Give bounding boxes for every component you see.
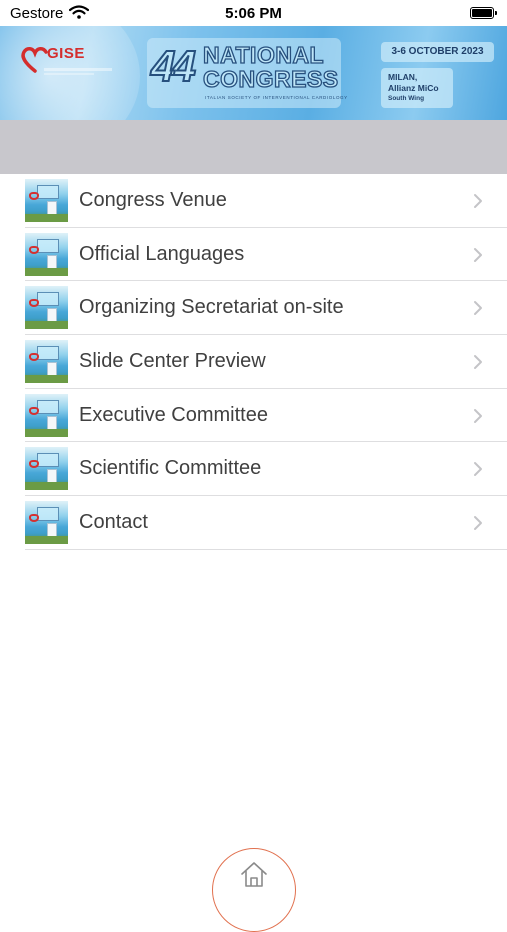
item-thumbnail	[25, 286, 68, 330]
menu-item-label: Scientific Committee	[79, 457, 262, 480]
logo-text: GISE	[47, 45, 85, 62]
menu-item-executive-committee[interactable]: Executive Committee	[0, 388, 507, 443]
venue-badge: MILAN, Allianz MiCo South Wing	[381, 68, 453, 108]
menu-item-label: Official Languages	[79, 242, 245, 265]
item-thumbnail	[25, 393, 68, 437]
menu-item-label: Executive Committee	[79, 403, 268, 426]
menu-item-congress-venue[interactable]: Congress Venue	[0, 174, 507, 228]
item-thumbnail	[25, 340, 68, 384]
home-icon	[241, 862, 267, 887]
menu-item-official-languages[interactable]: Official Languages	[0, 227, 507, 282]
info-menu-list: Congress Venue Official Languages Organi…	[0, 174, 507, 550]
congress-number: 44	[150, 41, 197, 92]
home-button[interactable]	[212, 848, 296, 932]
venue-wing: South Wing	[388, 95, 425, 102]
menu-item-label: Congress Venue	[79, 189, 227, 211]
menu-item-organizing-secretariat[interactable]: Organizing Secretariat on-site	[0, 281, 507, 336]
menu-item-label: Slide Center Preview	[79, 350, 266, 373]
status-bar: Gestore 5:06 PM	[0, 0, 507, 26]
menu-item-slide-center-preview[interactable]: Slide Center Preview	[0, 335, 507, 389]
congress-title-panel: 44 NATIONAL CONGRESS ITALIAN SOCIETY OF …	[147, 38, 347, 108]
congress-subtitle: ITALIAN SOCIETY OF INTERVENTIONAL CARDIO…	[205, 95, 348, 100]
chevron-right-icon	[474, 408, 482, 423]
congress-dates: 3-6 OCTOBER 2023	[391, 46, 484, 57]
venue-name: Allianz MiCo	[388, 83, 439, 93]
chevron-right-icon	[474, 355, 482, 370]
venue-city: MILAN,	[388, 72, 418, 82]
item-thumbnail	[25, 179, 68, 222]
item-thumbnail	[25, 447, 68, 491]
chevron-right-icon	[474, 462, 482, 477]
dates-badge: 3-6 OCTOBER 2023	[381, 42, 494, 62]
chevron-right-icon	[474, 194, 482, 208]
item-thumbnail	[25, 501, 68, 545]
congress-banner: GISE 44 NATIONAL CONGRESS ITALIAN SOCIET…	[0, 26, 507, 120]
chevron-right-icon	[474, 301, 482, 316]
congress-title-line1: NATIONAL	[202, 41, 325, 68]
status-time: 5:06 PM	[225, 5, 282, 22]
menu-item-contact[interactable]: Contact	[0, 496, 507, 550]
menu-item-label: Organizing Secretariat on-site	[79, 296, 344, 319]
header-spacer	[0, 120, 507, 174]
congress-title-line2: CONGRESS	[202, 65, 339, 92]
chevron-right-icon	[474, 516, 482, 531]
menu-item-label: Contact	[79, 511, 148, 534]
menu-item-scientific-committee[interactable]: Scientific Committee	[0, 442, 507, 497]
item-thumbnail	[25, 232, 68, 276]
battery-icon	[470, 7, 497, 19]
chevron-right-icon	[474, 247, 482, 262]
gise-logo: GISE	[18, 40, 112, 84]
